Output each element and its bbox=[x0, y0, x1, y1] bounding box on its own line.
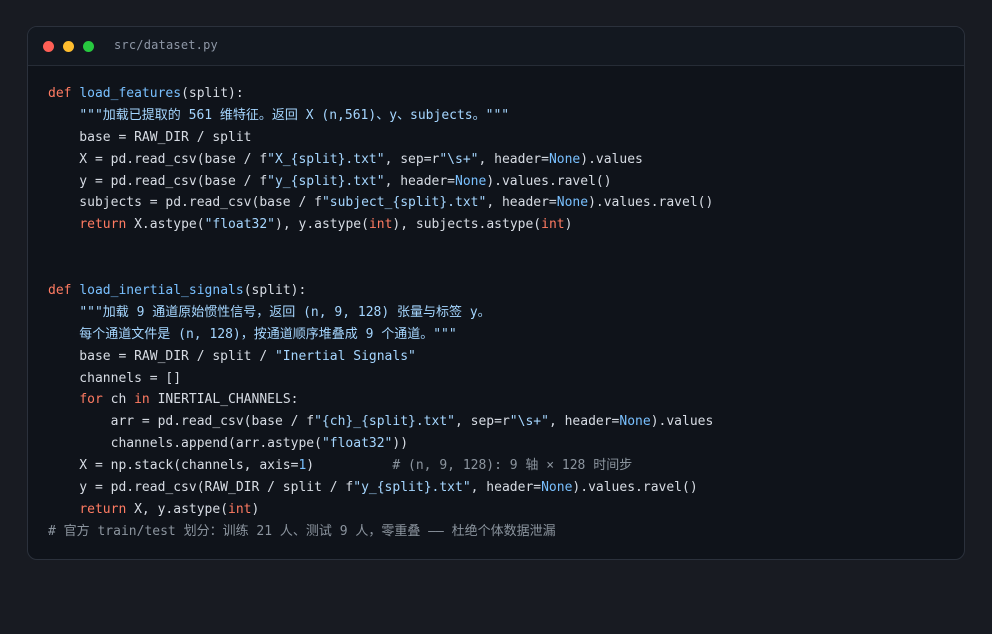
code-token: ) bbox=[251, 501, 260, 517]
code-token: "\s+" bbox=[439, 151, 479, 167]
maximize-window-dot-icon[interactable] bbox=[83, 41, 94, 52]
code-token: in bbox=[134, 392, 150, 408]
minimize-window-dot-icon[interactable] bbox=[63, 41, 74, 52]
code-token: y = pd.read_csv(RAW_DIR / split / f bbox=[48, 480, 354, 496]
code-token: , sep=r bbox=[384, 151, 440, 167]
code-line: y = pd.read_csv(base / f"y_{split}.txt",… bbox=[48, 171, 954, 193]
code-token: ), y.astype( bbox=[275, 217, 369, 233]
code-token: y = pd.read_csv(base / f bbox=[48, 173, 268, 189]
code-line: """加载 9 通道原始惯性信号，返回 (n, 9, 128) 张量与标签 y。 bbox=[48, 302, 954, 324]
code-token: "subject_{split}.txt" bbox=[321, 195, 487, 211]
code-token: "{ch}_{split}.txt" bbox=[314, 414, 455, 430]
code-token: X = np.stack(channels, axis= bbox=[48, 458, 299, 474]
code-token: )) bbox=[392, 436, 409, 452]
code-token: base = RAW_DIR / split bbox=[48, 129, 252, 145]
code-line: subjects = pd.read_csv(base / f"subject_… bbox=[48, 192, 954, 214]
code-token: X = pd.read_csv(base / f bbox=[48, 151, 268, 167]
code-line: return X, y.astype(int) bbox=[48, 499, 954, 521]
code-token: load_inertial_signals bbox=[79, 283, 244, 299]
code-token: channels.append(arr.astype( bbox=[48, 436, 322, 452]
code-line: # 官方 train/test 划分：训练 21 人、测试 9 人，零重叠 ——… bbox=[48, 521, 954, 543]
code-token: load_features bbox=[79, 86, 182, 101]
code-line: """加载已提取的 561 维特征。返回 X (n,561)、y、subject… bbox=[48, 105, 954, 127]
code-line: y = pd.read_csv(RAW_DIR / split / f"y_{s… bbox=[48, 477, 954, 499]
code-token: base = RAW_DIR / split / bbox=[48, 348, 275, 364]
code-token: int bbox=[368, 217, 393, 233]
code-line: X = np.stack(channels, axis=1) # (n, 9, … bbox=[48, 455, 954, 477]
code-token: (split): bbox=[181, 86, 244, 101]
code-token: "Inertial Signals" bbox=[274, 348, 416, 364]
code-token: # 官方 train/test 划分：训练 21 人、测试 9 人，零重叠 ——… bbox=[48, 523, 556, 539]
code-token: None bbox=[455, 173, 487, 189]
code-token: None bbox=[548, 151, 581, 167]
code-token: arr = pd.read_csv(base / f bbox=[48, 414, 315, 430]
code-token: channels = [] bbox=[48, 370, 182, 386]
code-token: None bbox=[556, 195, 589, 211]
code-token: """加载 9 通道原始惯性信号，返回 (n, 9, 128) 张量与标签 y。 bbox=[79, 304, 491, 320]
code-token: , header= bbox=[384, 173, 456, 189]
code-line: def load_features(split): bbox=[48, 83, 954, 105]
code-token: def bbox=[48, 283, 80, 299]
code-token: X, y.astype( bbox=[126, 501, 229, 517]
code-token: INERTIAL_CHANNELS: bbox=[149, 392, 299, 408]
code-line: 每个通道文件是 (n, 128)，按通道顺序堆叠成 9 个通道。""" bbox=[48, 324, 954, 346]
code-line: base = RAW_DIR / split / "Inertial Signa… bbox=[48, 346, 954, 368]
code-token: ).values.ravel() bbox=[572, 480, 698, 496]
code-token: ch bbox=[102, 392, 135, 408]
code-line: X = pd.read_csv(base / f"X_{split}.txt",… bbox=[48, 149, 954, 171]
close-window-dot-icon[interactable] bbox=[43, 41, 54, 52]
code-token: """加载已提取的 561 维特征。返回 X (n,561)、y、subject… bbox=[79, 107, 510, 123]
code-token: "y_{split}.txt" bbox=[267, 173, 385, 189]
code-token: (split): bbox=[243, 283, 307, 299]
code-token: ).values bbox=[580, 151, 643, 167]
code-token: "X_{split}.txt" bbox=[267, 151, 385, 167]
code-token: "y_{split}.txt" bbox=[353, 480, 471, 496]
code-line: arr = pd.read_csv(base / f"{ch}_{split}.… bbox=[48, 411, 954, 433]
code-token: , header= bbox=[470, 480, 542, 496]
code-token: X.astype( bbox=[126, 217, 205, 233]
code-token: ).values.ravel() bbox=[486, 173, 612, 189]
file-path-label: src/dataset.py bbox=[114, 38, 218, 52]
code-token: , sep=r bbox=[455, 414, 510, 430]
code-token: , header= bbox=[548, 414, 620, 430]
code-token: return bbox=[79, 217, 127, 233]
code-token: , header= bbox=[478, 151, 549, 167]
code-line: def load_inertial_signals(split): bbox=[48, 280, 954, 302]
code-line: channels.append(arr.astype("float32")) bbox=[48, 433, 954, 455]
code-window: src/dataset.py def load_features(split):… bbox=[27, 26, 965, 560]
code-token: "\s+" bbox=[509, 414, 549, 430]
code-token: int bbox=[541, 217, 565, 233]
code-token: "float32" bbox=[321, 436, 393, 452]
code-token: subjects = pd.read_csv(base / f bbox=[48, 195, 322, 211]
code-token: ) bbox=[564, 217, 573, 233]
window-titlebar: src/dataset.py bbox=[28, 27, 964, 66]
code-token: int bbox=[228, 501, 252, 517]
code-token: None bbox=[541, 480, 573, 496]
code-token: return bbox=[79, 501, 127, 517]
code-token: ), subjects.astype( bbox=[392, 217, 542, 233]
code-block[interactable]: def load_features(split): """加载已提取的 561 … bbox=[48, 83, 954, 543]
code-token: , header= bbox=[486, 195, 557, 211]
code-line: channels = [] bbox=[48, 368, 954, 390]
code-token: None bbox=[619, 414, 651, 430]
code-token: ).values bbox=[650, 414, 714, 430]
code-line: base = RAW_DIR / split bbox=[48, 127, 954, 149]
code-token: # (n, 9, 128): 9 轴 × 128 时间步 bbox=[392, 458, 633, 474]
code-line: for ch in INERTIAL_CHANNELS: bbox=[48, 389, 954, 411]
code-token: ) bbox=[306, 458, 393, 474]
code-line: return X.astype("float32"), y.astype(int… bbox=[48, 214, 954, 236]
code-token: ).values.ravel() bbox=[588, 195, 714, 211]
code-token: 每个通道文件是 (n, 128)，按通道顺序堆叠成 9 个通道。""" bbox=[48, 326, 457, 342]
code-token: "float32" bbox=[204, 217, 276, 233]
code-token: def bbox=[48, 86, 80, 101]
code-token: for bbox=[79, 392, 103, 408]
